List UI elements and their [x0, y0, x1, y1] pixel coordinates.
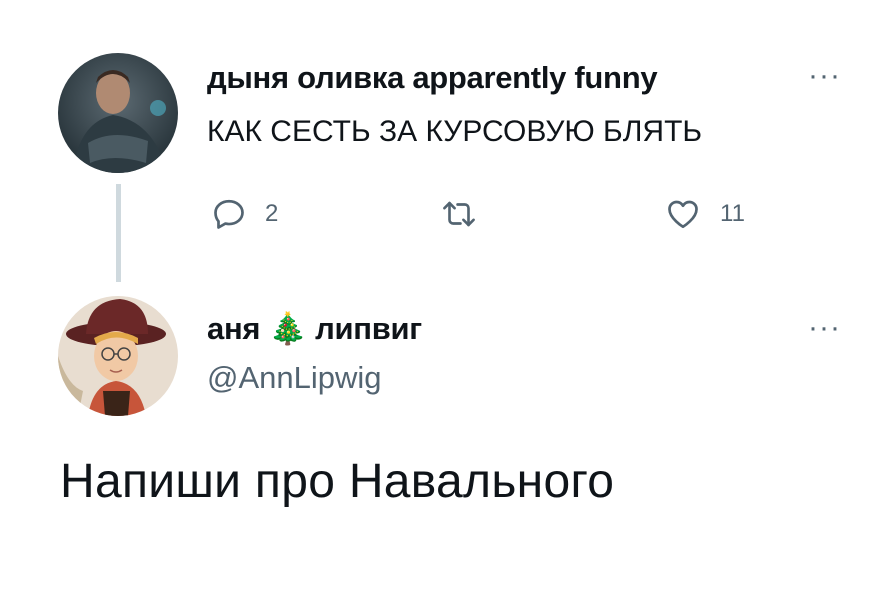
tweet2-handle[interactable]: @AnnLipwig — [207, 360, 382, 396]
display-name-part1: аня — [207, 311, 261, 346]
tweet1-display-name[interactable]: дыня оливка apparently funny — [207, 60, 658, 96]
retweet-icon — [440, 196, 478, 232]
tweet1-text: КАК СЕСТЬ ЗА КУРСОВУЮ БЛЯТЬ — [207, 115, 703, 148]
like-count: 11 — [720, 200, 745, 227]
heart-icon — [664, 196, 702, 232]
display-name-part2: липвиг — [315, 311, 422, 346]
thread-connector — [116, 184, 121, 282]
more-icon[interactable]: ··· — [808, 61, 841, 91]
christmas-tree-emoji: 🎄 — [268, 311, 307, 346]
avatar-tweet1[interactable] — [58, 53, 178, 173]
avatar-image — [58, 53, 178, 173]
tweet2-display-name[interactable]: аня 🎄 липвиг — [207, 310, 422, 347]
like-button[interactable]: 11 — [664, 196, 745, 232]
reply-count: 2 — [265, 200, 279, 227]
retweet-button[interactable] — [440, 196, 496, 232]
more-icon[interactable]: ··· — [808, 313, 841, 343]
reply-icon — [211, 196, 247, 232]
tweet2-text: Напиши про Навального — [60, 455, 615, 508]
reply-button[interactable]: 2 — [211, 196, 278, 232]
avatar-image — [58, 296, 178, 416]
avatar-tweet2[interactable] — [58, 296, 178, 416]
